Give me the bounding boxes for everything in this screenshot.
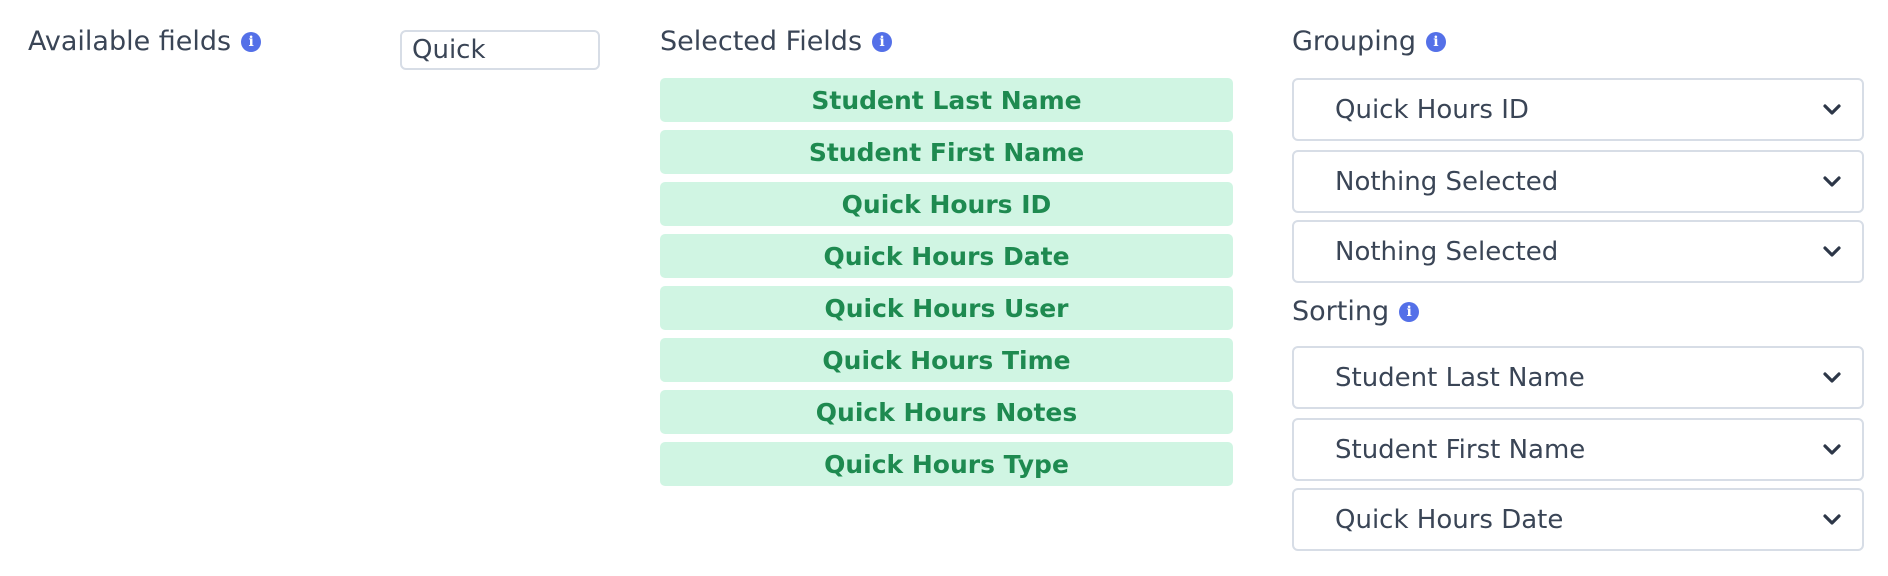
sorting-select-value: Student First Name: [1335, 434, 1586, 465]
grouping-title: Grouping: [1292, 26, 1416, 57]
selected-field-chip[interactable]: Quick Hours Date: [660, 234, 1233, 278]
selected-fields-list: Student Last Name Student First Name Qui…: [660, 78, 1233, 494]
grouping-select-value: Nothing Selected: [1335, 236, 1559, 267]
chevron-down-icon: [1823, 443, 1841, 455]
grouping-select-value: Quick Hours ID: [1335, 94, 1529, 125]
sorting-heading: Sorting i: [1292, 296, 1420, 327]
sorting-select-1[interactable]: Student Last Name: [1292, 346, 1864, 409]
grouping-select-2[interactable]: Nothing Selected: [1292, 150, 1864, 213]
grouping-select-3[interactable]: Nothing Selected: [1292, 220, 1864, 283]
info-icon[interactable]: i: [241, 31, 262, 52]
chevron-down-icon: [1823, 175, 1841, 187]
sorting-title: Sorting: [1292, 296, 1390, 327]
selected-field-chip[interactable]: Quick Hours User: [660, 286, 1233, 330]
sorting-select-value: Quick Hours Date: [1335, 504, 1564, 535]
selected-fields-title: Selected Fields: [660, 26, 863, 57]
chevron-down-icon: [1823, 371, 1841, 383]
info-icon[interactable]: i: [872, 31, 893, 52]
report-field-builder: Available fields i Selected Fields i Stu…: [0, 0, 1888, 576]
selected-field-chip[interactable]: Quick Hours Time: [660, 338, 1233, 382]
selected-field-chip[interactable]: Student First Name: [660, 130, 1233, 174]
chevron-down-icon: [1823, 103, 1841, 115]
chevron-down-icon: [1823, 245, 1841, 257]
selected-fields-heading: Selected Fields i: [660, 26, 893, 57]
selected-field-chip[interactable]: Student Last Name: [660, 78, 1233, 122]
info-icon[interactable]: i: [1399, 301, 1420, 322]
grouping-select-value: Nothing Selected: [1335, 166, 1559, 197]
sorting-select-2[interactable]: Student First Name: [1292, 418, 1864, 481]
selected-field-chip[interactable]: Quick Hours Type: [660, 442, 1233, 486]
sorting-select-value: Student Last Name: [1335, 362, 1585, 393]
chevron-down-icon: [1823, 513, 1841, 525]
selected-field-chip[interactable]: Quick Hours ID: [660, 182, 1233, 226]
available-fields-title: Available fields: [28, 26, 232, 57]
grouping-select-1[interactable]: Quick Hours ID: [1292, 78, 1864, 141]
available-fields-heading: Available fields i: [28, 26, 262, 57]
info-icon[interactable]: i: [1425, 31, 1446, 52]
available-fields-filter-input[interactable]: [400, 30, 600, 70]
grouping-heading: Grouping i: [1292, 26, 1446, 57]
selected-field-chip[interactable]: Quick Hours Notes: [660, 390, 1233, 434]
sorting-select-3[interactable]: Quick Hours Date: [1292, 488, 1864, 551]
